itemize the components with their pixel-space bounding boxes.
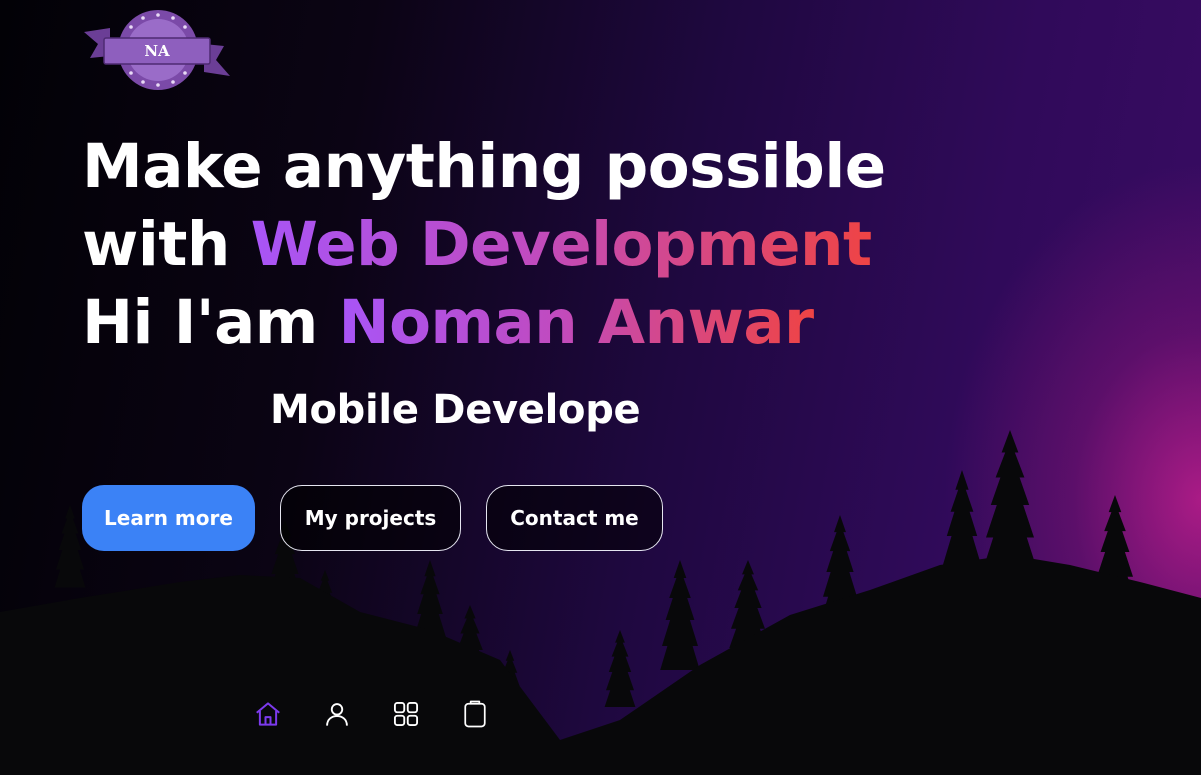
user-icon — [326, 703, 348, 726]
home-icon — [256, 702, 280, 726]
hero-highlight-name: Noman Anwar — [338, 287, 815, 358]
clipboard-icon — [464, 700, 486, 728]
typing-role-text: Mobile Develope — [270, 387, 641, 433]
logo-text: NA — [144, 42, 170, 60]
hero-line-2: with Web Development — [82, 206, 872, 284]
my-projects-button[interactable]: My projects — [280, 485, 461, 551]
grid-icon — [393, 701, 419, 727]
learn-more-button[interactable]: Learn more — [82, 485, 255, 551]
nav-item-home[interactable] — [252, 694, 284, 734]
logo-badge[interactable]: NA — [82, 6, 232, 94]
contact-me-button[interactable]: Contact me — [486, 485, 663, 551]
hero-highlight-web-development: Web Development — [250, 209, 873, 280]
hero-line-3-prefix: Hi I'am — [82, 287, 339, 358]
hero-line-1: Make anything possible — [82, 131, 886, 202]
nav-item-about[interactable] — [321, 694, 353, 734]
nav-item-projects[interactable] — [390, 694, 422, 734]
hero-line-3: Hi I'am Noman Anwar — [82, 284, 842, 362]
hero-line-2-prefix: with — [82, 209, 251, 280]
hero-section: NA Make anything possible with Web Devel… — [0, 0, 1201, 775]
nav-item-resume[interactable] — [459, 694, 491, 734]
bottom-nav — [252, 694, 491, 734]
hero-heading: Make anything possible with Web Developm… — [82, 128, 886, 362]
